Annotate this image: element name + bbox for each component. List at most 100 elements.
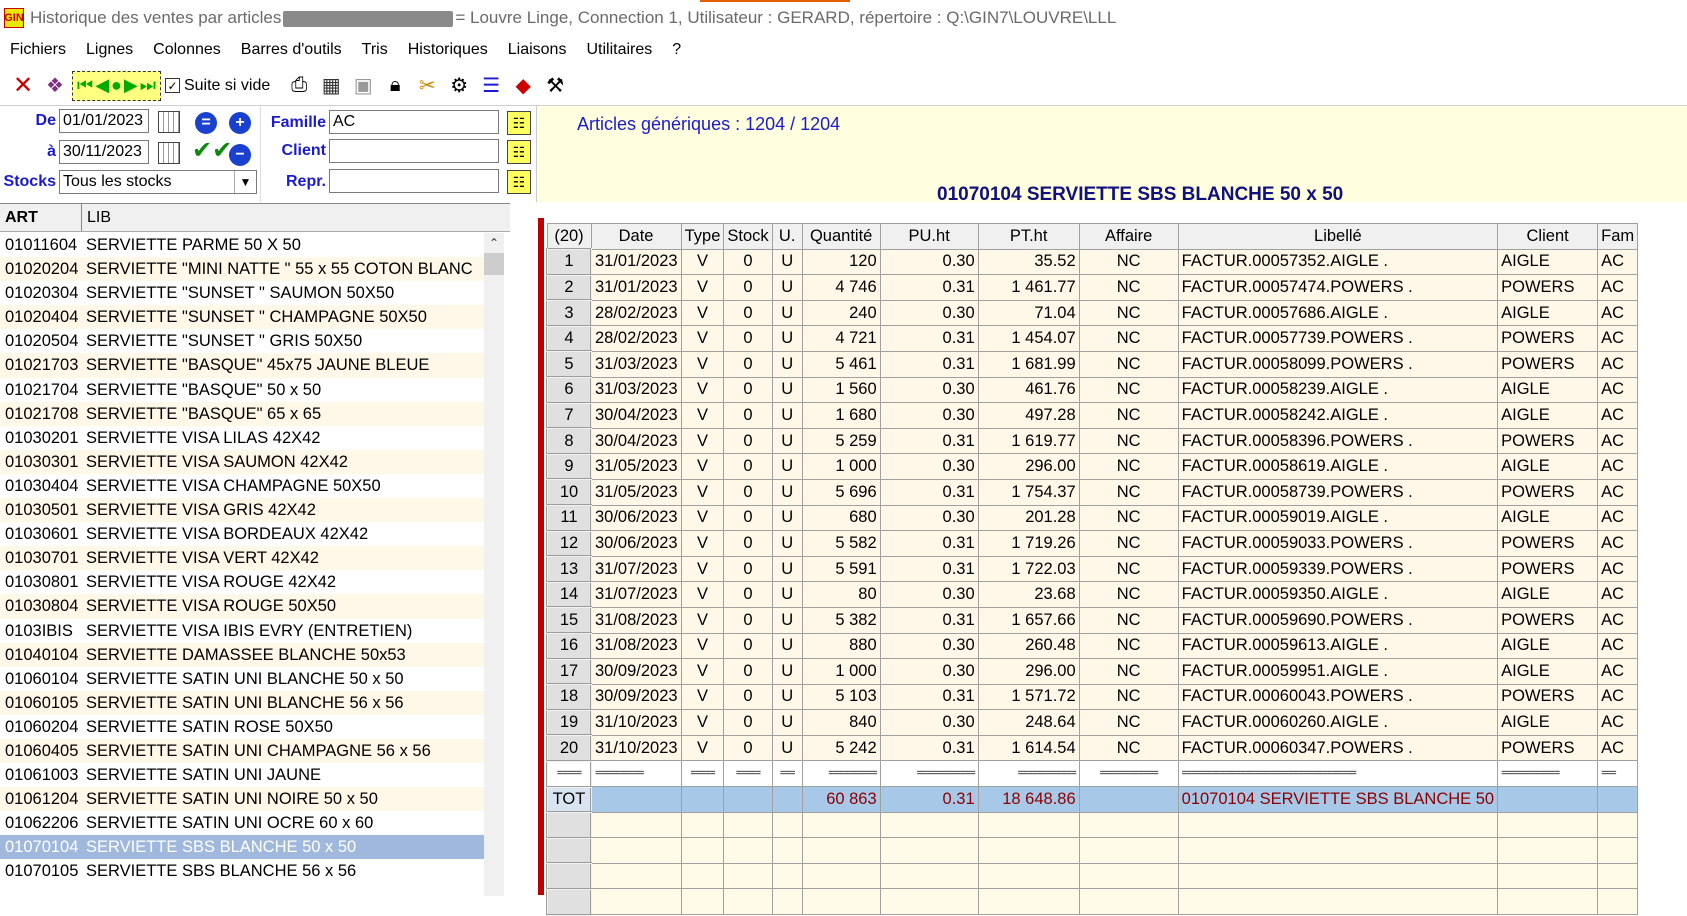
grid-cell[interactable]: 5 591 [801,555,881,583]
grid-cell[interactable]: 0 [723,478,773,506]
grid-cell[interactable]: NC [1078,350,1179,378]
grid-cell[interactable]: POWERS [1497,555,1599,583]
grid-cell[interactable]: 4 746 [801,274,881,301]
grid-cell[interactable]: 0 [723,555,773,583]
list-item[interactable]: 01060204 SERVIETTE SATIN ROSE 50X50 [0,715,484,739]
grid-cell[interactable]: AC [1597,325,1639,352]
table-row[interactable]: 11 30/06/2023 V 0 U 680 0.30 201.28 NC FACTUR.000… [546,504,1639,532]
list-item[interactable]: 0103IBIS SERVIETTE VISA IBIS EVRY (ENTRET… [0,619,484,643]
grid-cell[interactable]: U [771,555,803,583]
grid-cell[interactable]: V [680,453,725,480]
grid-cell[interactable]: 31/07/2023 [590,555,682,583]
column-header-art[interactable]: ART [0,204,82,231]
grid-cell[interactable] [1597,786,1639,813]
double-check-icon[interactable]: ✔✔ [192,136,232,165]
menu-item-0[interactable]: Fichiers [0,41,76,59]
grid-cell[interactable]: 0 [723,350,773,378]
grid-cell[interactable]: FACTUR.00058739.POWERS . [1177,478,1499,506]
table-row[interactable]: 18 30/09/2023 V 0 U 5 103 0.31 1 571.72 NC FACTUR… [546,683,1639,711]
grid-cell[interactable]: V [680,632,725,660]
grid-cell[interactable] [771,862,803,890]
grid-cell[interactable] [590,811,682,839]
menu-item-6[interactable]: Liaisons [498,41,577,59]
equal-circle-icon[interactable]: = [195,112,217,134]
row-number-cell[interactable]: 5 [546,350,592,379]
grid-cell[interactable]: 1 722.03 [977,555,1080,583]
menu-item-8[interactable]: ? [662,41,691,59]
grid-cell[interactable]: V [680,402,725,429]
grid-cell[interactable]: NC [1078,299,1179,327]
grid-cell[interactable]: 0.30 [879,658,979,685]
grid-cell[interactable]: 1 000 [801,453,881,480]
grid-cell[interactable] [1597,811,1639,839]
grid-cell[interactable] [879,862,979,890]
grid-cell[interactable]: AIGLE [1497,248,1599,276]
repr-input[interactable] [329,169,499,193]
grid-cell[interactable]: 23.68 [977,581,1080,608]
grid-column-header[interactable]: Date [590,223,682,250]
grid-cell[interactable]: 0 [723,504,773,532]
grid-cell[interactable]: 461.76 [977,376,1080,404]
table-row[interactable]: 10 31/05/2023 V 0 U 5 696 0.31 1 754.37 NC FACTUR… [546,478,1639,507]
grid-cell[interactable]: 01070104 SERVIETTE SBS BLANCHE 50 [1177,786,1499,813]
a-date-input[interactable] [59,140,149,164]
list-item[interactable]: 01030201 SERVIETTE VISA LILAS 42X42 [0,426,484,450]
grid-cell[interactable] [590,786,682,813]
grid-cell[interactable]: U [771,632,803,660]
row-number-cell[interactable] [546,862,592,890]
grid-cell[interactable]: FACTUR.00058099.POWERS . [1177,350,1499,378]
grid-cell[interactable]: 0.31 [879,683,979,711]
grid-cell[interactable]: 31/03/2023 [590,350,682,378]
grid-cell[interactable]: FACTUR.00059019.AIGLE . [1177,504,1499,532]
eraser-icon[interactable]: ◆ [508,71,538,101]
list-item[interactable]: 01070104 SERVIETTE SBS BLANCHE 50 x 50 [0,835,484,860]
grid-cell[interactable]: 0.30 [879,581,979,608]
grid-cell[interactable] [590,837,682,864]
grid-cell[interactable]: 31/05/2023 [590,453,682,480]
grid-cell[interactable] [1497,888,1599,916]
grid-cell[interactable]: POWERS [1497,274,1599,301]
row-number-cell[interactable]: 20 [546,734,592,762]
menu-item-5[interactable]: Historiques [398,41,498,59]
grid-cell[interactable]: POWERS [1497,427,1599,455]
grid-cell[interactable]: AC [1597,555,1639,583]
grid-cell[interactable]: 0 [723,453,773,480]
grid-cell[interactable]: AC [1597,632,1639,660]
grid-cell[interactable] [977,862,1080,890]
grid-cell[interactable]: 5 696 [801,478,881,506]
grid-column-header[interactable]: PU.ht [879,223,979,250]
row-number-cell[interactable]: 17 [546,657,592,686]
grid-cell[interactable]: 0 [723,299,773,327]
row-number-cell[interactable]: 2 [546,273,592,302]
grid-cell[interactable]: AC [1597,402,1639,429]
list-item[interactable]: 01021703 SERVIETTE "BASQUE" 45x75 JAUNE B… [0,353,484,378]
grid-cell[interactable]: 0.30 [879,632,979,660]
table-row[interactable]: 2 31/01/2023 V 0 U 4 746 0.31 1 461.77 NC FACTUR.… [546,273,1639,302]
grid-cell[interactable]: 0.30 [879,376,979,404]
grid-cell[interactable]: U [771,248,803,276]
grid-cell[interactable]: 31/10/2023 [590,734,682,762]
grid-cell[interactable]: 0.31 [879,734,979,762]
nav-last-icon[interactable]: ⏭ [140,75,156,96]
table-row[interactable]: 8 30/04/2023 V 0 U 5 259 0.31 1 619.77 NC FACTUR.… [546,427,1639,455]
list-item[interactable]: 01020304 SERVIETTE "SUNSET " SAUMON 50X50 [0,281,484,305]
row-number-cell[interactable]: 11 [546,504,592,532]
grid-cell[interactable]: V [680,248,725,276]
grid-cell[interactable]: FACTUR.00059350.AIGLE . [1177,581,1499,608]
grid-cell[interactable]: 31/08/2023 [590,606,682,634]
grid-cell[interactable]: 1 614.54 [977,734,1080,762]
grid-cell[interactable]: V [680,530,725,557]
grid-cell[interactable]: AC [1597,427,1639,455]
grid-cell[interactable]: ========== [590,760,682,788]
grid-cell[interactable]: FACTUR.00059690.POWERS . [1177,606,1499,634]
grid-cell[interactable]: 4 721 [801,325,881,352]
grid-cell[interactable]: 28/02/2023 [590,325,682,352]
grid-cell[interactable] [1078,811,1179,839]
grid-column-header[interactable]: Fam [1597,223,1639,250]
grid-cell[interactable]: 0 [723,325,773,352]
grid-cell[interactable]: 0 [723,581,773,608]
grid-cell[interactable]: NC [1078,581,1179,608]
grid-cell[interactable]: 30/06/2023 [590,504,682,532]
grid-cell[interactable]: AC [1597,606,1639,634]
grid-cell[interactable]: === [1597,760,1639,788]
